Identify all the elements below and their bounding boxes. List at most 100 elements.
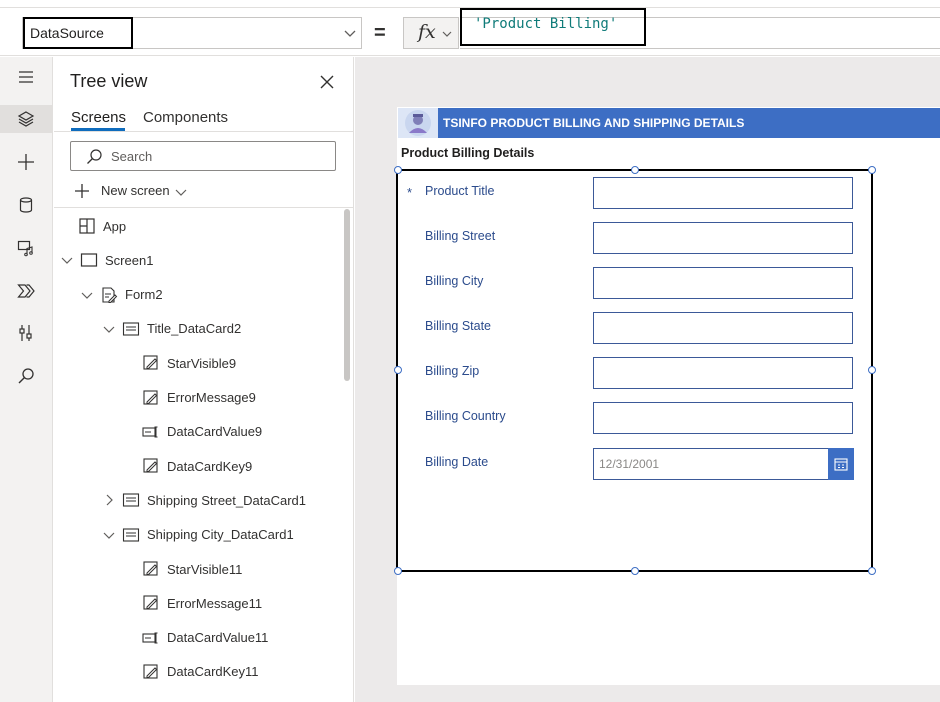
search-input[interactable]: Search (70, 141, 336, 171)
tree-node[interactable]: DataCardValue11 (142, 624, 268, 652)
datacard-icon (122, 528, 140, 542)
textinput-icon (142, 426, 158, 438)
tree-node[interactable]: StarVisible11 (142, 555, 242, 583)
equals-sign: = (374, 22, 386, 44)
plus-icon[interactable] (14, 150, 38, 174)
field-label: Billing Date (425, 455, 489, 469)
search-placeholder: Search (111, 149, 153, 164)
chevron-down-icon[interactable] (102, 528, 116, 542)
tree-node[interactable]: Title_DataCard2 (102, 315, 241, 343)
resize-handle[interactable] (868, 166, 876, 174)
chevron-down-icon[interactable] (344, 27, 356, 39)
close-icon[interactable] (318, 73, 336, 91)
power-automate-icon[interactable] (14, 279, 38, 303)
resize-handle[interactable] (394, 166, 402, 174)
tab-components[interactable]: Components (143, 109, 228, 126)
app-header: TSINFO PRODUCT BILLING AND SHIPPING DETA… (398, 108, 940, 138)
database-icon[interactable] (14, 193, 38, 217)
datacard-icon (122, 493, 140, 507)
tree-node-label: StarVisible11 (167, 561, 243, 577)
search-icon[interactable] (14, 364, 38, 388)
text-input[interactable] (593, 222, 853, 254)
hamburger-icon[interactable] (14, 65, 38, 89)
top-strip (0, 0, 940, 8)
tree-node[interactable]: StarVisible9 (142, 349, 236, 377)
edit-form[interactable]: * Product Title Billing Street Billing City… (396, 169, 873, 572)
form-heading: Product Billing Details (401, 146, 535, 160)
text-input[interactable] (593, 357, 853, 389)
tree-node[interactable]: DataCardKey9 (142, 452, 252, 480)
fx-button[interactable]: fx (403, 17, 459, 49)
chevron-down-icon (442, 31, 452, 37)
powerapps-studio: { "formula_bar": { "property": "DataSour… (0, 0, 940, 702)
tree-node[interactable]: App (78, 212, 126, 240)
form-field-row: Billing Zip (398, 354, 875, 389)
tree-node[interactable]: DataCardKey11 (142, 658, 259, 686)
search-icon (87, 149, 102, 164)
plus-icon (75, 184, 89, 198)
text-input[interactable] (593, 177, 853, 209)
textinput-icon (142, 632, 158, 644)
chevron-down-icon[interactable] (60, 253, 74, 267)
logo-icon (398, 108, 438, 138)
resize-handle[interactable] (394, 366, 402, 374)
field-label: Billing City (425, 274, 484, 288)
tree-node-label: ErrorMessage11 (167, 595, 263, 611)
property-name[interactable]: DataSource (23, 17, 133, 49)
tree-node[interactable]: ErrorMessage11 (142, 589, 262, 617)
chevron-down-icon[interactable] (102, 322, 116, 336)
form-field-row: * Product Title (398, 174, 875, 209)
tree-node-label: Screen1 (105, 252, 154, 268)
field-label: Billing Country (425, 409, 506, 423)
tree-node[interactable]: DataCardValue9 (142, 418, 262, 446)
tree-node-label: DataCardValue9 (167, 424, 263, 440)
resize-handle[interactable] (868, 567, 876, 575)
layers-icon[interactable] (14, 107, 38, 131)
new-screen-label: New screen (101, 183, 170, 198)
chevron-right-icon[interactable] (102, 493, 116, 507)
tree-node-label: Shipping Street_DataCard1 (147, 492, 306, 508)
scrollbar-thumb[interactable] (344, 209, 350, 381)
tree-node[interactable]: Form2 (80, 281, 163, 309)
date-picker[interactable]: 12/31/2001 (593, 448, 853, 480)
tree-node[interactable]: Shipping Street_DataCard1 (102, 486, 306, 514)
field-label: Billing State (425, 319, 492, 333)
form-icon (102, 287, 118, 303)
resize-handle[interactable] (631, 567, 639, 575)
label-edit-icon (143, 595, 158, 610)
form-field-row: Billing State (398, 309, 875, 344)
calendar-icon (834, 458, 848, 471)
tree-node-label: Shipping City_DataCard1 (147, 527, 294, 543)
tree-node[interactable]: Shipping City_DataCard1 (102, 521, 294, 549)
tree-node-label: DataCardValue11 (167, 630, 269, 646)
app-icon (79, 218, 95, 234)
tree-node[interactable]: ErrorMessage9 (142, 384, 256, 412)
resize-handle[interactable] (394, 567, 402, 575)
tab-screens[interactable]: Screens (71, 109, 126, 126)
panel-title: Tree view (70, 71, 148, 91)
text-input[interactable] (593, 402, 853, 434)
tree-node[interactable]: Screen1 (60, 246, 153, 274)
text-input[interactable] (593, 267, 853, 299)
field-label: Billing Street (425, 229, 496, 243)
text-input[interactable] (593, 312, 853, 344)
required-marker: * (407, 185, 413, 200)
formula-text[interactable]: 'Product Billing' (474, 16, 617, 32)
media-icon[interactable] (14, 236, 38, 260)
resize-handle[interactable] (868, 366, 876, 374)
tree-node-label: Title_DataCard2 (147, 321, 242, 337)
left-rail (0, 57, 53, 702)
field-label: Billing Zip (425, 364, 480, 378)
tree-node-label: DataCardKey9 (167, 458, 253, 474)
label-edit-icon (143, 355, 158, 370)
calendar-button[interactable] (828, 448, 854, 480)
field-label: Product Title (425, 184, 495, 198)
label-edit-icon (143, 561, 158, 576)
chevron-down-icon[interactable] (80, 288, 94, 302)
datacard-icon (122, 322, 140, 336)
tools-icon[interactable] (14, 321, 38, 345)
resize-handle[interactable] (631, 166, 639, 174)
divider (54, 207, 353, 208)
form-field-row: Billing Street (398, 219, 875, 254)
form-field-row: Billing Country (398, 399, 875, 434)
